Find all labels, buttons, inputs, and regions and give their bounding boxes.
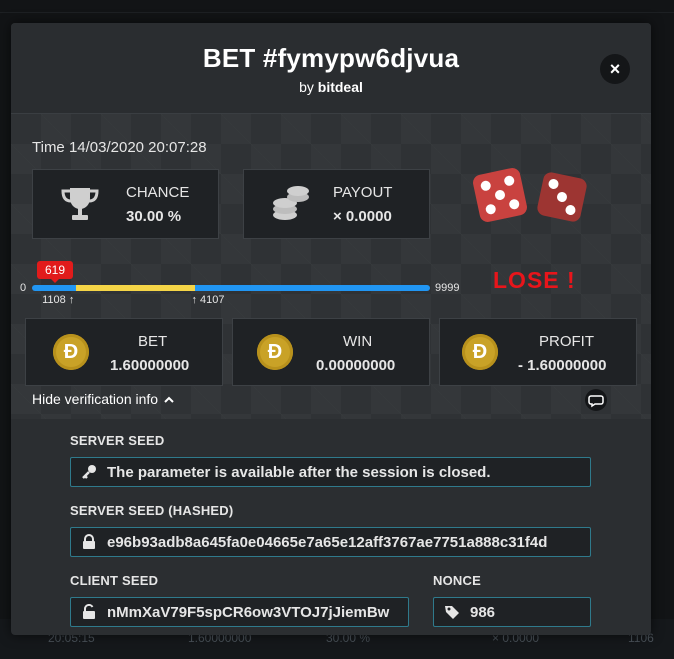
dice-icon <box>473 168 587 222</box>
close-icon: × <box>609 59 621 79</box>
win-range-track <box>76 285 196 291</box>
server-seed-label: SERVER SEED <box>70 433 165 448</box>
tag-icon <box>445 606 459 619</box>
nonce-label: NONCE <box>433 573 481 588</box>
result-label: LOSE ! <box>493 267 576 293</box>
bet-box: Đ BET 1.60000000 <box>25 318 223 386</box>
chevron-up-icon <box>164 396 174 403</box>
trophy-icon <box>61 188 99 220</box>
unlock-icon <box>83 604 95 619</box>
arrow-up-icon: ↑ <box>191 294 197 306</box>
bet-label: BET <box>138 333 168 350</box>
server-seed-hashed-label: SERVER SEED (HASHED) <box>70 503 234 518</box>
server-seed-hashed-value: e96b93adb8a645fa0e04665e7a65e12aff3767ae… <box>107 534 548 551</box>
doge-coin-icon: Đ <box>257 334 293 370</box>
byline-user[interactable]: bitdeal <box>318 79 363 95</box>
client-seed-field[interactable]: nMmXaV79F5spCR6ow3VTOJ7jJiemBw <box>70 597 409 627</box>
doge-coin-icon: Đ <box>462 334 498 370</box>
payout-label: PAYOUT <box>333 184 393 201</box>
nonce-field[interactable]: 986 <box>433 597 591 627</box>
profit-label: PROFIT <box>539 333 594 350</box>
close-button[interactable]: × <box>600 54 630 84</box>
range-min: 0 <box>20 282 27 294</box>
win-low-value: 1108 <box>42 294 66 306</box>
bet-details-modal: BET #fymypw6djvua by bitdeal × Time 14/0… <box>11 23 651 635</box>
client-seed-label: CLIENT SEED <box>70 573 159 588</box>
server-seed-field: The parameter is available after the ses… <box>70 457 591 487</box>
verification-toggle-label: Hide verification info <box>32 391 159 407</box>
modal-title: BET #fymypw6djvua <box>202 43 460 73</box>
background-separator <box>0 12 674 13</box>
lock-icon <box>83 534 95 549</box>
win-high-value: 4107 <box>200 294 225 306</box>
payout-box: PAYOUT × 0.0000 <box>243 169 430 239</box>
server-seed-value: The parameter is available after the ses… <box>107 464 491 481</box>
nonce-value: 986 <box>470 604 496 621</box>
arrow-up-icon: ↑ <box>68 294 75 306</box>
verification-toggle[interactable]: Hide verification info <box>32 391 174 407</box>
bet-value: 1.60000000 <box>110 357 190 374</box>
roll-result-badge: 619 <box>37 261 73 283</box>
server-seed-hashed-field[interactable]: e96b93adb8a645fa0e04665e7a65e12aff3767ae… <box>70 527 591 557</box>
coin-stack-icon <box>273 186 309 220</box>
chat-button[interactable] <box>585 389 607 411</box>
profit-value: - 1.60000000 <box>518 357 607 374</box>
key-icon <box>82 465 96 479</box>
chance-label: CHANCE <box>126 184 190 201</box>
chance-box: CHANCE 30.00 % <box>32 169 219 239</box>
bet-time: Time 14/03/2020 20:07:28 <box>32 139 207 156</box>
modal-header: BET #fymypw6djvua by bitdeal × <box>11 23 651 114</box>
byline-prefix: by <box>299 79 314 95</box>
chat-bubble-icon <box>588 395 604 408</box>
range-max: 9999 <box>435 282 460 294</box>
win-value: 0.00000000 <box>316 357 396 374</box>
payout-value: × 0.0000 <box>333 208 392 225</box>
win-box: Đ WIN 0.00000000 <box>232 318 430 386</box>
client-seed-value: nMmXaV79F5spCR6ow3VTOJ7jJiemBw <box>107 604 390 621</box>
chance-value: 30.00 % <box>126 208 182 225</box>
win-label: WIN <box>343 333 373 350</box>
win-high-marker: ↑ 4107 <box>191 294 224 306</box>
modal-byline: by bitdeal <box>11 79 651 95</box>
doge-coin-icon: Đ <box>53 334 89 370</box>
win-low-marker: 1108 ↑ <box>42 294 74 306</box>
profit-box: Đ PROFIT - 1.60000000 <box>439 318 637 386</box>
